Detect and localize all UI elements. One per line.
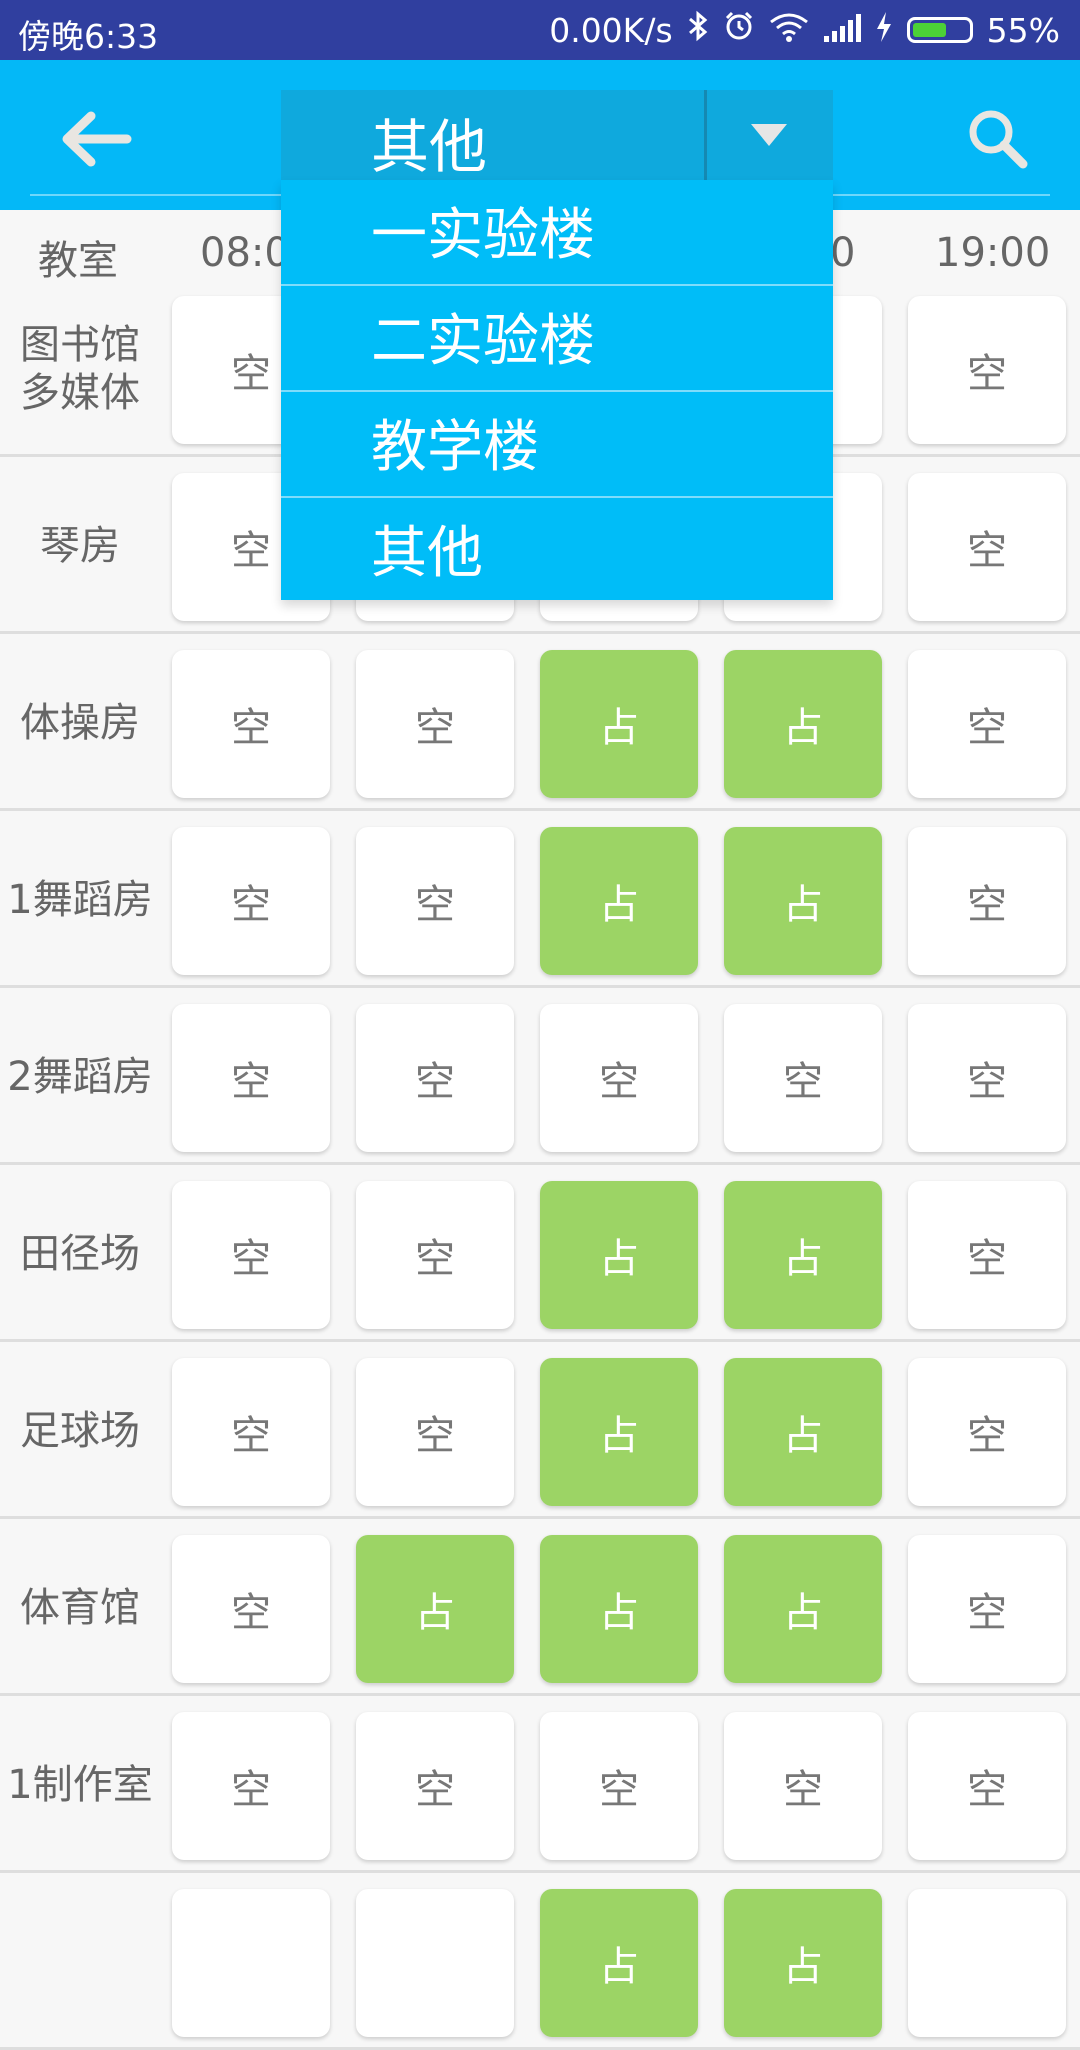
battery-percent: 55%: [986, 10, 1060, 50]
slot-free[interactable]: 空: [172, 1181, 330, 1329]
dropdown-option-2[interactable]: 二实验楼: [281, 286, 833, 392]
battery-fill: [912, 23, 946, 37]
room-name: [0, 1873, 160, 2050]
bluetooth-icon: [687, 10, 709, 50]
table-row: 体操房空空占占空: [0, 634, 1080, 811]
slot-occupied[interactable]: 占: [724, 1181, 882, 1329]
building-dropdown-menu: 一实验楼 二实验楼 教学楼 其他: [281, 180, 833, 600]
dropdown-option-label: 一实验楼: [371, 203, 595, 268]
dropdown-option-1[interactable]: 一实验楼: [281, 180, 833, 286]
dropdown-option-label: 其他: [371, 521, 483, 586]
slot-free[interactable]: 空: [908, 473, 1066, 621]
status-time: 傍晚6:33: [18, 17, 159, 56]
slot-free[interactable]: 空: [908, 1004, 1066, 1152]
room-name: 1舞蹈房: [7, 876, 153, 923]
slot-free[interactable]: 空: [540, 1004, 698, 1152]
slot-free[interactable]: 空: [172, 1712, 330, 1860]
slot-free[interactable]: 空: [356, 1712, 514, 1860]
room-name: 体育馆: [20, 1584, 140, 1631]
slot-free[interactable]: [356, 1889, 514, 2037]
slot-free[interactable]: 空: [724, 1712, 882, 1860]
slot-free[interactable]: 空: [540, 1712, 698, 1860]
slot-occupied[interactable]: 占: [724, 1358, 882, 1506]
slot-occupied[interactable]: 占: [724, 1889, 882, 2037]
slot-free[interactable]: 空: [356, 827, 514, 975]
battery-icon: [906, 17, 973, 43]
slot-occupied[interactable]: 占: [724, 1535, 882, 1683]
slot-free[interactable]: 空: [172, 827, 330, 975]
slot-occupied[interactable]: 占: [356, 1535, 514, 1683]
room-name: 1制作室: [7, 1761, 153, 1808]
room-name: 图书馆 多媒体: [20, 321, 140, 416]
slot-occupied[interactable]: 占: [724, 827, 882, 975]
table-row: 占占: [0, 1873, 1080, 2050]
dropdown-option-4[interactable]: 其他: [281, 498, 833, 604]
slot-free[interactable]: 空: [724, 1004, 882, 1152]
search-icon[interactable]: [963, 104, 1033, 174]
table-row: 1制作室空空空空空: [0, 1696, 1080, 1873]
room-column-header: 教室: [38, 238, 118, 284]
arrow-left-icon[interactable]: [55, 104, 135, 174]
table-row: 1舞蹈房空空占占空: [0, 811, 1080, 988]
net-speed: 0.00K/s: [549, 10, 673, 50]
status-bar: 傍晚6:33 0.00K/s 55%: [0, 0, 1080, 60]
time-header-5: 19:00: [935, 230, 1051, 276]
slot-free[interactable]: 空: [908, 827, 1066, 975]
slot-free[interactable]: 空: [356, 1181, 514, 1329]
slot-free[interactable]: 空: [908, 1358, 1066, 1506]
slot-free[interactable]: 空: [908, 1181, 1066, 1329]
signal-icon: [823, 11, 861, 50]
slot-free[interactable]: 空: [908, 1712, 1066, 1860]
dropdown-arrow-icon[interactable]: [751, 124, 787, 146]
slot-occupied[interactable]: 占: [724, 650, 882, 798]
slot-free[interactable]: [172, 1889, 330, 2037]
time-header-1: 08:0: [200, 230, 290, 276]
slot-free[interactable]: 空: [356, 1358, 514, 1506]
room-name: 体操房: [20, 699, 140, 746]
slot-free[interactable]: 空: [908, 1535, 1066, 1683]
slot-occupied[interactable]: 占: [540, 1181, 698, 1329]
slot-free[interactable]: 空: [356, 1004, 514, 1152]
room-name: 2舞蹈房: [7, 1053, 153, 1100]
table-row: 田径场空空占占空: [0, 1165, 1080, 1342]
slot-occupied[interactable]: 占: [540, 650, 698, 798]
alarm-icon: [723, 10, 755, 50]
slot-free[interactable]: 空: [172, 1004, 330, 1152]
spinner-selected-label: 其他: [371, 113, 488, 181]
slot-occupied[interactable]: 占: [540, 827, 698, 975]
building-spinner[interactable]: 其他: [281, 90, 833, 181]
status-icons: 0.00K/s 55%: [549, 10, 1060, 50]
room-name: 足球场: [20, 1407, 140, 1454]
slot-occupied[interactable]: 占: [540, 1358, 698, 1506]
slot-occupied[interactable]: 占: [540, 1889, 698, 2037]
wifi-icon: [769, 11, 809, 50]
slot-free[interactable]: 空: [356, 650, 514, 798]
dropdown-option-label: 二实验楼: [371, 309, 595, 374]
slot-occupied[interactable]: 占: [540, 1535, 698, 1683]
time-header-4: 0: [830, 230, 856, 276]
table-row: 足球场空空占占空: [0, 1342, 1080, 1519]
table-row: 体育馆空占占占空: [0, 1519, 1080, 1696]
room-name: 琴房: [40, 522, 120, 569]
table-row: 2舞蹈房空空空空空: [0, 988, 1080, 1165]
room-name: 田径场: [20, 1230, 140, 1277]
spinner-divider: [704, 90, 707, 180]
dropdown-option-label: 教学楼: [371, 415, 539, 480]
charging-icon: [875, 11, 893, 50]
slot-free[interactable]: 空: [908, 296, 1066, 444]
slot-free[interactable]: [908, 1889, 1066, 2037]
slot-free[interactable]: 空: [172, 650, 330, 798]
slot-free[interactable]: 空: [172, 1358, 330, 1506]
dropdown-option-3[interactable]: 教学楼: [281, 392, 833, 498]
slot-free[interactable]: 空: [172, 1535, 330, 1683]
slot-free[interactable]: 空: [908, 650, 1066, 798]
